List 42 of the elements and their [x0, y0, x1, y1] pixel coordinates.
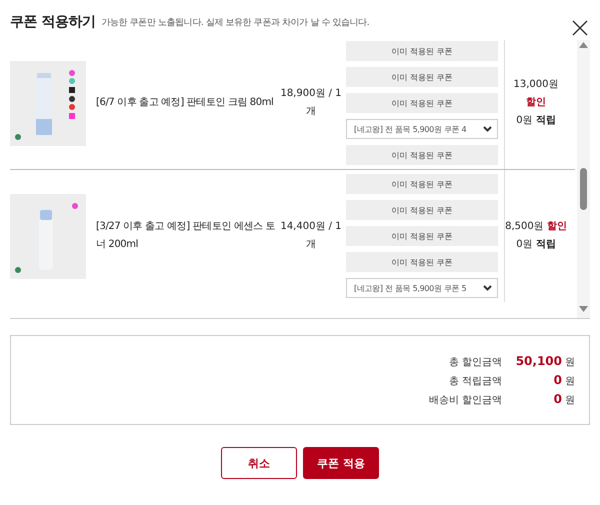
- discount-amount: 13,000원: [514, 79, 558, 90]
- discount-label: 할인: [526, 96, 546, 110]
- scroll-up-icon[interactable]: [579, 42, 588, 48]
- applied-coupon-label: 이미 적용된 쿠폰: [346, 200, 498, 220]
- applied-coupon-label: 이미 적용된 쿠폰: [346, 174, 498, 194]
- product-price: 14,400원 / 1 개: [279, 220, 343, 252]
- coupon-dropdown[interactable]: [네고왕] 전 품목 5,900원 쿠폰 5: [346, 278, 498, 298]
- chevron-down-icon: [483, 126, 492, 132]
- applied-coupon-label: 이미 적용된 쿠폰: [346, 41, 498, 61]
- cancel-button[interactable]: 취소: [221, 447, 297, 479]
- product-name: [6/7 이후 출고 예정] 판테토인 크림 80ml: [95, 96, 274, 110]
- currency-unit: 원: [565, 356, 575, 368]
- dialog-subtitle: 가능한 쿠폰만 노출됩니다. 실제 보유한 쿠폰과 차이가 날 수 있습니다.: [101, 16, 370, 28]
- summary-label: 총 적립금액: [448, 374, 502, 388]
- summary-value: 50,100: [514, 354, 562, 368]
- applied-coupon-label: 이미 적용된 쿠폰: [346, 145, 498, 165]
- chevron-down-icon: [483, 285, 492, 291]
- summary-label: 총 할인금액: [448, 356, 502, 368]
- summary-value: 0: [552, 392, 562, 406]
- summary-value: 0: [552, 372, 562, 386]
- close-icon[interactable]: [572, 20, 588, 36]
- scrollbar[interactable]: [577, 40, 590, 318]
- apply-button[interactable]: 쿠폰 적용: [303, 447, 379, 479]
- points-label: 적립: [536, 239, 556, 250]
- scrollbar-thumb[interactable]: [580, 168, 587, 210]
- currency-unit: 원: [565, 394, 575, 406]
- points-label: 적립: [536, 115, 556, 126]
- applied-coupon-label: 이미 적용된 쿠폰: [346, 93, 498, 113]
- summary-label: 배송비 할인금액: [428, 394, 502, 406]
- scroll-down-icon[interactable]: [579, 306, 588, 312]
- discount-amount: 8,500원: [505, 221, 544, 232]
- applied-coupon-label: 이미 적용된 쿠폰: [346, 252, 498, 272]
- product-price: 18,900원 / 1 개: [279, 87, 343, 119]
- applied-coupon-label: 이미 적용된 쿠폰: [346, 226, 498, 246]
- currency-unit: 원: [565, 374, 575, 388]
- dialog-title: 쿠폰 적용하기: [10, 13, 96, 31]
- discount-label: 할인: [546, 220, 567, 234]
- points-amount: 0원: [516, 239, 533, 250]
- applied-coupon-label: 이미 적용된 쿠폰: [346, 67, 498, 87]
- points-amount: 0원: [516, 115, 533, 126]
- coupon-dropdown[interactable]: [네고왕] 전 품목 5,900원 쿠폰 4: [346, 119, 498, 139]
- product-name: [3/27 이후 출고 예정] 판테토인 에센스 토너 200ml: [95, 220, 276, 252]
